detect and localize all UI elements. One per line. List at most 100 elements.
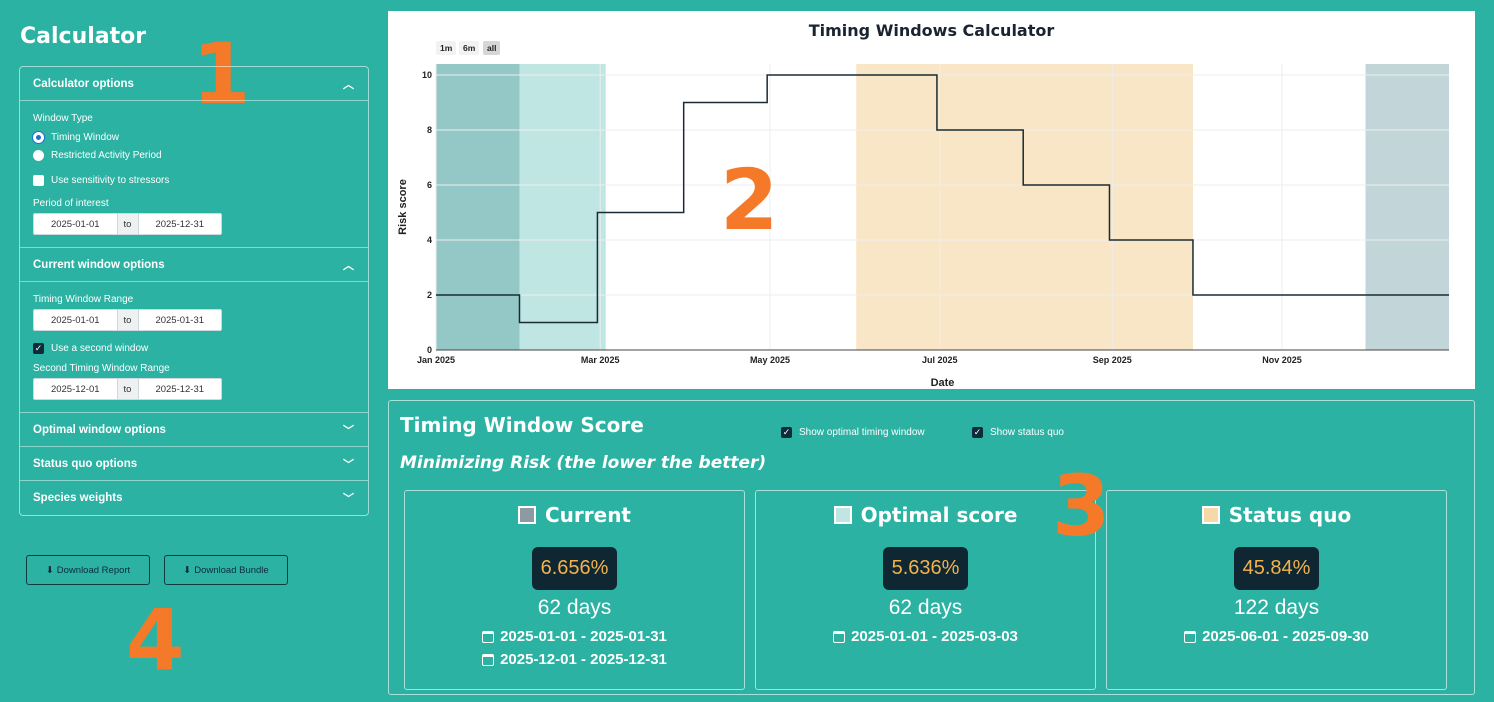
calculator-options-body: Window Type Timing Window Restricted Act… <box>20 101 368 248</box>
second-range-label: Second Timing Window Range <box>33 363 170 374</box>
period-to-label: to <box>116 214 139 234</box>
card-range: 2025-06-01 - 2025-09-30 <box>1107 628 1446 645</box>
status-quo-header[interactable]: Status quo options ﹀ <box>20 447 368 481</box>
chevron-down-icon: ﹀ <box>343 457 354 471</box>
chevron-down-icon: ﹀ <box>343 423 354 437</box>
chevron-up-icon: ︿ <box>343 77 354 91</box>
card-percent: 45.84% <box>1233 547 1320 590</box>
period-end-input[interactable]: 2025-12-31 <box>139 214 222 234</box>
period-date-range: 2025-01-01 to 2025-12-31 <box>33 213 222 235</box>
calculator-options-header[interactable]: Calculator options ︿ <box>20 67 368 101</box>
card-header: Optimal score <box>756 503 1095 527</box>
status-quo-section: Status quo options ﹀ <box>20 447 368 481</box>
legend-swatch <box>1201 506 1220 524</box>
score-card-current: Current 6.656% 62 days 2025-01-01 - 2025… <box>404 490 745 690</box>
radio-restricted-label: Restricted Activity Period <box>51 149 162 161</box>
sidebar-accordion: Calculator options ︿ Window Type Timing … <box>19 66 369 516</box>
radio-timing-window[interactable]: Timing Window <box>33 128 355 146</box>
y-tick-label: 2 <box>427 290 432 300</box>
x-tick-label: Nov 2025 <box>1262 355 1302 365</box>
current-window-body: Timing Window Range 2025-01-01 to 2025-0… <box>20 282 368 413</box>
second-date-range: 2025-12-01 to 2025-12-31 <box>33 378 222 400</box>
period-start-input[interactable]: 2025-01-01 <box>34 214 117 234</box>
card-range: 2025-12-01 - 2025-12-31 <box>405 651 744 668</box>
current-window-section: Current window options ︿ Timing Window R… <box>20 248 368 413</box>
species-weights-header[interactable]: Species weights ﹀ <box>20 481 368 515</box>
card-range-text: 2025-12-01 - 2025-12-31 <box>500 651 667 668</box>
score-subtitle: Minimizing Risk (the lower the better) <box>400 453 767 473</box>
second-window-checkbox-row[interactable]: ✓ Use a second window <box>33 339 355 357</box>
y-tick-label: 8 <box>427 125 432 135</box>
card-title: Current <box>544 503 631 527</box>
legend-swatch <box>833 506 852 524</box>
card-days: 62 days <box>537 596 612 619</box>
card-percent: 6.656% <box>531 547 618 590</box>
download-report-label: Download Report <box>56 564 131 576</box>
chevron-down-icon: ﹀ <box>343 492 354 505</box>
timing-date-range: 2025-01-01 to 2025-01-31 <box>33 309 222 331</box>
x-axis-title: Date <box>931 377 955 389</box>
optimal-window-header[interactable]: Optimal window options ﹀ <box>20 413 368 447</box>
card-range-text: 2025-01-01 - 2025-03-03 <box>851 628 1018 645</box>
current-window-header[interactable]: Current window options ︿ <box>20 248 368 282</box>
score-panel: Timing Window Score Minimizing Risk (the… <box>388 400 1475 695</box>
radio-unselected-icon[interactable] <box>33 149 44 161</box>
radio-selected-icon[interactable] <box>33 131 44 143</box>
sidebar-title: Calculator <box>20 24 147 49</box>
card-title: Optimal score <box>860 503 1018 527</box>
toggle-status-quo-label: Show status quo <box>990 427 1064 438</box>
download-icon: ⬇ <box>183 564 192 576</box>
legend-swatch <box>517 506 536 524</box>
x-tick-label: Mar 2025 <box>581 355 620 365</box>
shaded-region-1 <box>519 64 606 350</box>
calendar-icon <box>833 630 846 643</box>
check-icon[interactable]: ✓ <box>781 427 792 438</box>
marker-three: 3 <box>1052 457 1111 555</box>
card-range-text: 2025-06-01 - 2025-09-30 <box>1202 628 1369 645</box>
second-to-label: to <box>116 379 139 399</box>
second-start-input[interactable]: 2025-12-01 <box>34 379 117 399</box>
marker-four: 4 <box>126 591 185 689</box>
sensitivity-checkbox-row[interactable]: Use sensitivity to stressors <box>33 171 355 189</box>
optimal-window-title: Optimal window options <box>33 423 166 436</box>
y-tick-label: 6 <box>427 180 432 190</box>
check-icon[interactable]: ✓ <box>972 427 983 438</box>
timing-end-input[interactable]: 2025-01-31 <box>139 310 222 330</box>
check-icon[interactable]: ✓ <box>33 342 44 354</box>
y-tick-label: 0 <box>427 345 432 355</box>
download-bundle-button[interactable]: ⬇ Download Bundle <box>164 555 288 585</box>
timing-to-label: to <box>116 310 139 330</box>
optimal-window-section: Optimal window options ﹀ <box>20 413 368 447</box>
chart-panel: Timing Windows Calculator 1m 6m all 0246… <box>388 11 1475 389</box>
current-window-title: Current window options <box>33 258 165 271</box>
calendar-icon <box>1184 630 1197 643</box>
y-tick-label: 10 <box>422 70 432 80</box>
calendar-icon <box>482 653 495 666</box>
period-label: Period of interest <box>33 198 109 209</box>
score-card-status-quo: Status quo 45.84% 122 days 2025-06-01 - … <box>1106 490 1447 690</box>
second-end-input[interactable]: 2025-12-31 <box>139 379 222 399</box>
sensitivity-label: Use sensitivity to stressors <box>51 174 170 186</box>
toggle-status-quo[interactable]: ✓ Show status quo <box>972 427 1064 438</box>
y-tick-label: 4 <box>427 235 432 245</box>
toggle-optimal[interactable]: ✓ Show optimal timing window <box>781 427 925 438</box>
radio-restricted-activity[interactable]: Restricted Activity Period <box>33 146 355 164</box>
second-window-label: Use a second window <box>51 342 149 354</box>
x-tick-label: Jan 2025 <box>417 355 455 365</box>
chevron-up-icon: ︿ <box>343 258 354 272</box>
radio-timing-label: Timing Window <box>51 131 119 143</box>
x-tick-label: May 2025 <box>750 355 790 365</box>
card-title: Status quo <box>1228 503 1352 527</box>
x-tick-label: Jul 2025 <box>922 355 958 365</box>
card-range: 2025-01-01 - 2025-01-31 <box>405 628 744 645</box>
timing-start-input[interactable]: 2025-01-01 <box>34 310 117 330</box>
toggle-optimal-label: Show optimal timing window <box>799 427 925 438</box>
card-header: Status quo <box>1107 503 1446 527</box>
sensitivity-checkbox[interactable] <box>33 174 44 186</box>
marker-two: 2 <box>720 151 779 249</box>
download-icon: ⬇ <box>45 564 54 576</box>
download-report-button[interactable]: ⬇ Download Report <box>26 555 150 585</box>
shaded-region-2 <box>856 64 1193 350</box>
shaded-region-0 <box>436 64 520 350</box>
card-days: 122 days <box>1233 596 1320 619</box>
